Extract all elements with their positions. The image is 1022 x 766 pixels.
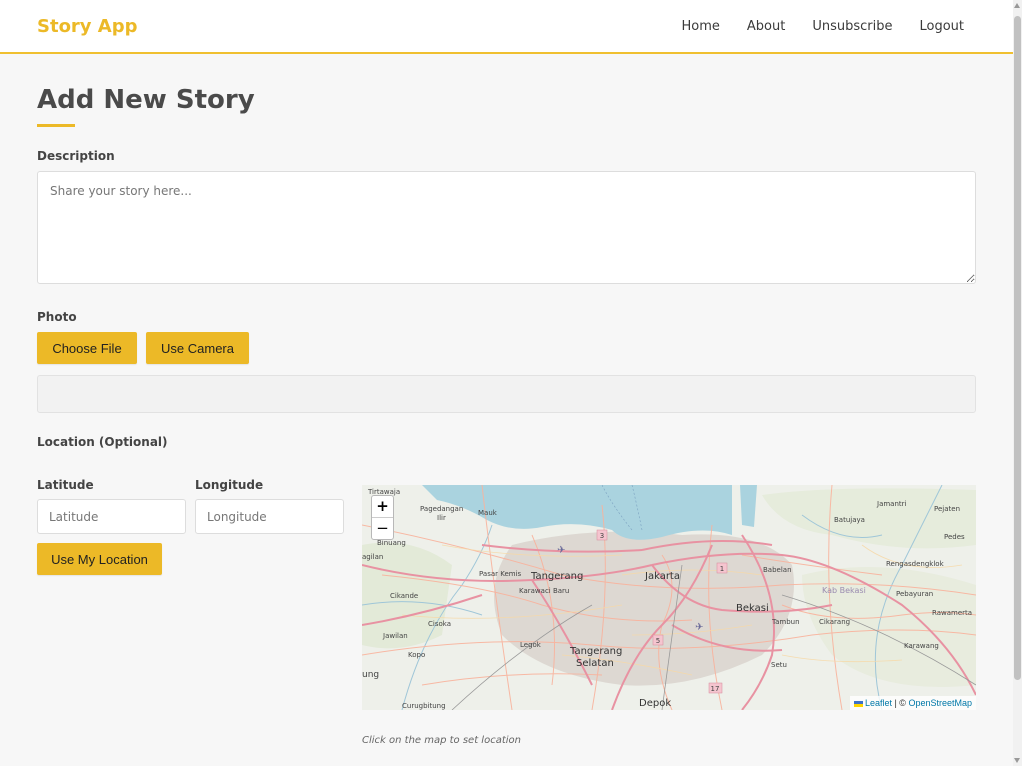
zoom-out-button[interactable]: − [372,517,393,538]
svg-text:Cikarang: Cikarang [819,618,850,626]
svg-text:Kopo: Kopo [408,651,425,659]
use-my-location-button[interactable]: Use My Location [37,543,162,575]
svg-text:17: 17 [711,685,720,693]
leaflet-link[interactable]: Leaflet [865,698,892,708]
choose-file-button[interactable]: Choose File [37,332,137,364]
location-label: Location (Optional) [37,435,168,449]
svg-text:Cisoka: Cisoka [428,620,451,628]
nav-unsubscribe[interactable]: Unsubscribe [812,19,892,34]
svg-text:Pagedangan: Pagedangan [420,505,463,513]
svg-text:Cikande: Cikande [390,592,418,600]
brand-logo[interactable]: Story App [37,16,138,37]
svg-text:Pedes: Pedes [944,533,965,541]
nav-home[interactable]: Home [682,19,720,34]
svg-text:Ilir: Ilir [437,514,446,522]
use-camera-button[interactable]: Use Camera [146,332,249,364]
scroll-up-arrow-icon[interactable] [1014,3,1020,8]
svg-text:Pejaten: Pejaten [934,505,960,513]
svg-text:Pasar Kemis: Pasar Kemis [479,570,522,578]
map-zoom-control: + − [371,495,394,540]
svg-text:Legok: Legok [520,641,542,649]
nav-logout[interactable]: Logout [919,19,964,34]
photo-label: Photo [37,310,77,324]
map-tiles: 3 1 5 17 ✈ ✈ Tirtawaja Pagedangan Ilir M… [362,485,976,710]
svg-text:Setu: Setu [771,661,787,669]
main-nav: Home About Unsubscribe Logout [655,19,965,34]
map-hint-text: Click on the map to set location [362,735,521,746]
photo-preview-area [37,375,976,413]
location-map[interactable]: 3 1 5 17 ✈ ✈ Tirtawaja Pagedangan Ilir M… [362,485,976,710]
svg-text:Jamantri: Jamantri [876,500,907,508]
scroll-thumb[interactable] [1014,16,1021,680]
description-textarea[interactable] [37,171,976,284]
svg-text:Karawang: Karawang [904,642,939,650]
svg-text:Tangerang: Tangerang [569,646,622,657]
svg-text:Pebayuran: Pebayuran [896,590,933,598]
svg-text:5: 5 [656,637,660,645]
svg-text:Rawamerta: Rawamerta [932,609,972,617]
svg-text:1: 1 [720,565,724,573]
svg-text:ung: ung [362,670,379,680]
longitude-input[interactable] [195,499,344,534]
svg-text:agilan: agilan [362,553,383,561]
openstreetmap-link[interactable]: OpenStreetMap [908,698,972,708]
page-scrollbar[interactable] [1013,0,1022,766]
svg-text:Jakarta: Jakarta [644,571,680,582]
map-attribution: Leaflet | © OpenStreetMap [849,696,976,710]
page-title: Add New Story [37,85,255,115]
top-navbar: Story App Home About Unsubscribe Logout [0,0,1013,54]
nav-about[interactable]: About [747,19,785,34]
svg-text:Jawilan: Jawilan [382,632,408,640]
svg-text:Tambun: Tambun [771,618,800,626]
svg-text:Kab Bekasi: Kab Bekasi [822,586,866,595]
longitude-label: Longitude [195,478,264,492]
airport-icon: ✈ [557,545,565,556]
svg-text:Karawaci Baru: Karawaci Baru [519,587,569,595]
svg-text:Curugbitung: Curugbitung [402,702,446,710]
svg-text:Binuang: Binuang [377,539,406,547]
attribution-separator: | © [891,698,909,708]
latitude-input[interactable] [37,499,186,534]
svg-text:Batujaya: Batujaya [834,516,865,524]
airport-icon: ✈ [695,622,703,633]
svg-text:Depok: Depok [639,698,671,709]
svg-text:3: 3 [600,532,604,540]
description-label: Description [37,149,115,163]
svg-text:Mauk: Mauk [478,509,498,517]
svg-text:Bekasi: Bekasi [736,603,769,614]
svg-text:Rengasdengklok: Rengasdengklok [886,560,945,568]
latitude-label: Latitude [37,478,94,492]
svg-text:Babelan: Babelan [763,566,792,574]
ukraine-flag-icon [853,700,863,707]
title-underline [37,124,75,127]
svg-text:Tangerang: Tangerang [530,571,583,582]
zoom-in-button[interactable]: + [372,496,393,517]
svg-text:Selatan: Selatan [576,658,614,669]
scroll-down-arrow-icon[interactable] [1014,758,1020,763]
